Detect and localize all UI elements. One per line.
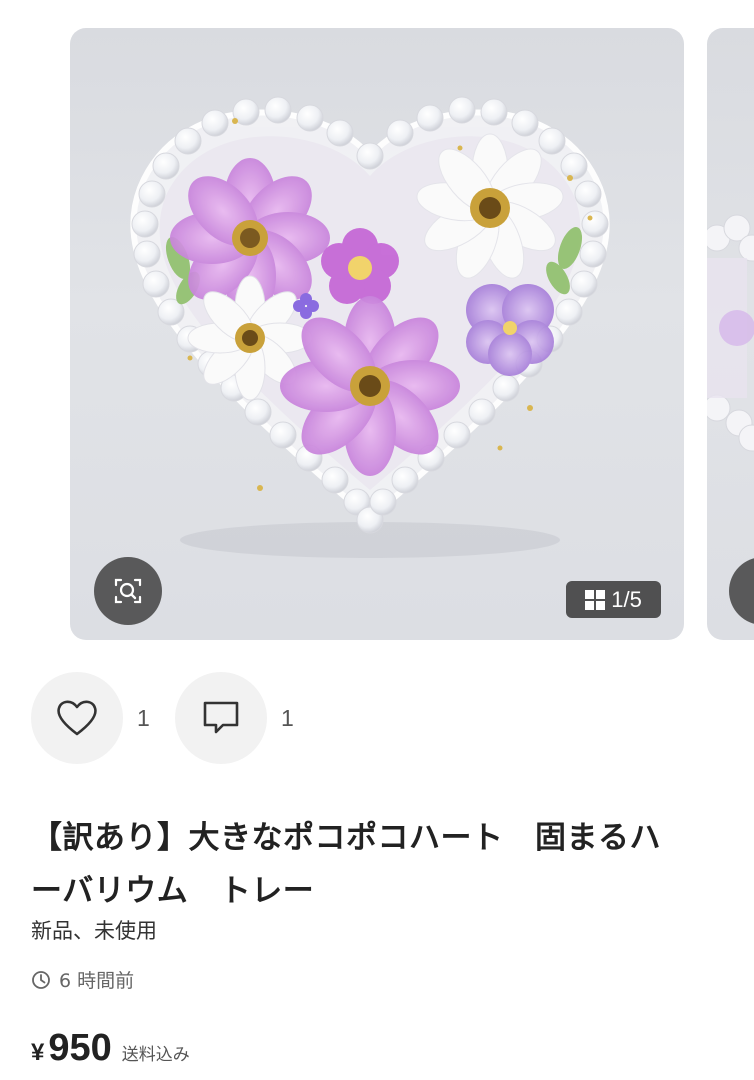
clock-icon	[32, 970, 50, 989]
like-count: 1	[137, 704, 150, 731]
item-title-line2: ーバリウム トレー	[31, 873, 315, 909]
zoom-search-icon	[114, 578, 142, 604]
comment-icon	[203, 701, 239, 734]
like-button[interactable]	[31, 672, 123, 764]
item-title: 【訳あり】大きなポコポコハート 固まるハ ーバリウム トレー	[31, 812, 731, 918]
product-photo[interactable]: 1/5	[70, 28, 684, 640]
heart-icon	[57, 700, 97, 736]
grid-icon	[585, 589, 606, 610]
posted-time-text: 6 時間前	[59, 970, 135, 992]
shipping-label: 送料込み	[121, 1045, 190, 1065]
item-title-line1: 【訳あり】大きなポコポコハート 固まるハ	[31, 820, 661, 856]
counter-text: 1/5	[611, 586, 642, 612]
image-counter: 1/5	[566, 581, 661, 618]
item-condition: 新品、未使用	[31, 919, 157, 943]
comment-count: 1	[281, 704, 294, 731]
zoom-button[interactable]	[94, 557, 162, 625]
next-photo-illustration	[707, 214, 754, 452]
price-value: 950	[48, 1027, 112, 1069]
image-carousel[interactable]: 1/5	[0, 0, 754, 660]
posted-time: 6 時間前	[31, 966, 134, 993]
next-product-photo[interactable]	[707, 28, 754, 640]
price-row: ¥ 950 送料込み	[31, 1027, 190, 1070]
action-bar: 1 1	[31, 672, 319, 764]
item-detail-page: 1/5 1 1 【訳あり】大きなポコポコハート 固まるハ ーバリウム トレー 新…	[0, 0, 754, 1080]
currency-symbol: ¥	[31, 1039, 45, 1066]
heart-tray-illustration	[130, 96, 610, 558]
comment-button[interactable]	[175, 672, 267, 764]
